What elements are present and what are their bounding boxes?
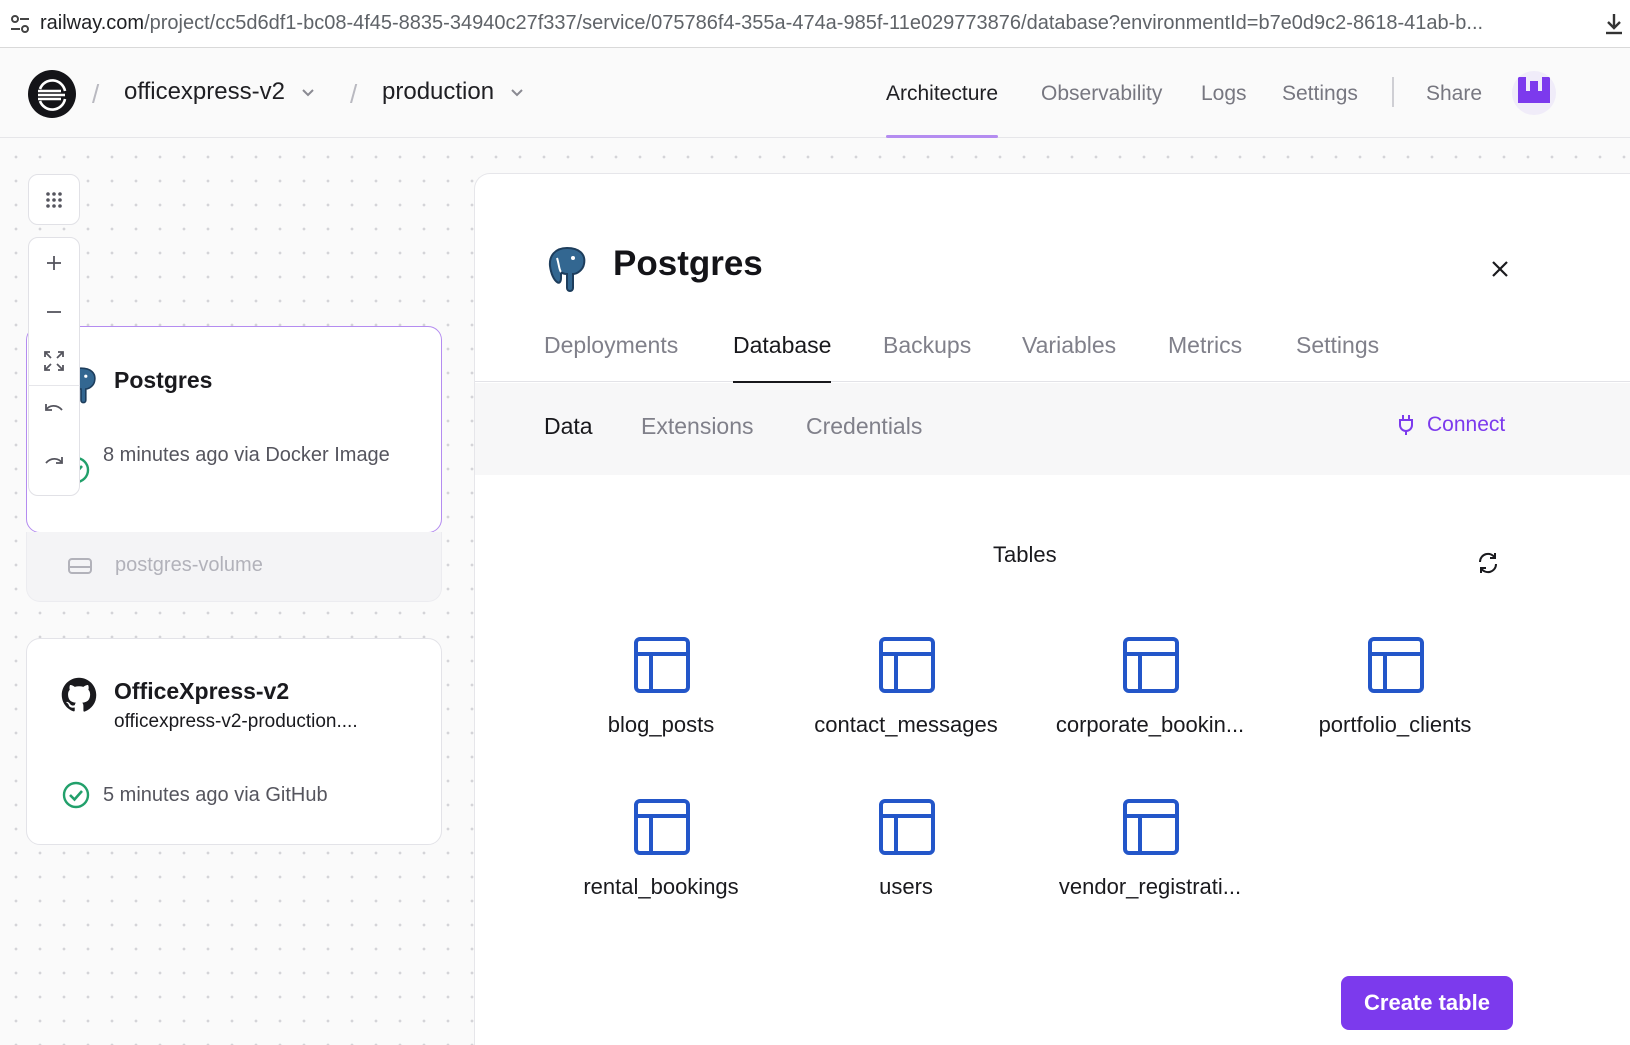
table-icon	[1123, 637, 1179, 693]
table-icon	[1368, 637, 1424, 693]
nav-logs[interactable]: Logs	[1201, 49, 1247, 138]
postgres-icon	[543, 244, 591, 294]
table-icon	[634, 637, 690, 693]
app-header: / officexpress-v2 / production Architect…	[0, 49, 1630, 138]
create-table-button[interactable]: Create table	[1341, 976, 1513, 1030]
url-path: /project/cc5d6df1-bc08-4f45-8835-34940c2…	[144, 12, 1484, 34]
close-icon[interactable]	[1485, 254, 1515, 284]
github-icon	[61, 677, 97, 713]
tab-deployments[interactable]: Deployments	[544, 332, 678, 382]
table-name: users	[879, 874, 933, 899]
database-subtabs: Data Extensions Credentials Connect	[475, 383, 1630, 475]
postgres-service-card[interactable]: Postgres 8 minutes ago via Docker Image	[26, 326, 442, 533]
table-name: portfolio_clients	[1318, 712, 1472, 737]
subtab-credentials[interactable]: Credentials	[806, 413, 922, 440]
download-icon[interactable]	[1598, 8, 1630, 40]
table-name: contact_messages	[814, 712, 998, 737]
url-field[interactable]: railway.com/project/cc5d6df1-bc08-4f45-8…	[40, 12, 1580, 35]
zoom-out-icon[interactable]	[28, 287, 80, 336]
table-card-corporate-bookings[interactable]: corporate_bookin...	[1030, 636, 1270, 766]
nav-settings[interactable]: Settings	[1282, 49, 1358, 138]
nav-architecture[interactable]: Architecture	[886, 49, 999, 138]
table-name: vendor_registrati...	[1058, 874, 1242, 899]
nav-observability[interactable]: Observability	[1041, 49, 1162, 138]
site-settings-icon[interactable]	[0, 0, 40, 48]
panel-title: Postgres	[613, 244, 763, 283]
table-icon	[879, 799, 935, 855]
postgres-deploy-status: 8 minutes ago via Docker Image	[103, 444, 390, 466]
table-name: corporate_bookin...	[1055, 712, 1245, 737]
top-nav: Architecture Observability Logs Settings…	[0, 49, 1630, 138]
share-button[interactable]: Share	[1426, 49, 1482, 138]
tab-variables[interactable]: Variables	[1022, 332, 1116, 382]
table-icon	[1123, 799, 1179, 855]
table-name: rental_bookings	[583, 874, 739, 899]
canvas-menu-toolbar	[28, 174, 80, 225]
volume-name: postgres-volume	[115, 554, 263, 576]
zoom-toolbar	[28, 237, 80, 496]
hard-drive-icon	[67, 554, 93, 578]
table-card-blog-posts[interactable]: blog_posts	[541, 636, 781, 766]
avatar[interactable]	[1512, 71, 1556, 115]
tab-metrics[interactable]: Metrics	[1168, 332, 1242, 382]
refresh-icon[interactable]	[1473, 548, 1503, 578]
app-card-domain[interactable]: officexpress-v2-production....	[114, 707, 358, 736]
service-tabs: Deployments Database Backups Variables M…	[475, 320, 1630, 383]
undo-icon[interactable]	[28, 386, 80, 435]
subtab-extensions[interactable]: Extensions	[641, 413, 754, 440]
tables-heading: Tables	[993, 542, 1057, 567]
fit-view-icon[interactable]	[28, 336, 80, 385]
nav-divider	[1392, 77, 1394, 107]
tab-backups[interactable]: Backups	[883, 332, 971, 382]
table-icon	[879, 637, 935, 693]
subtab-data[interactable]: Data	[544, 413, 593, 440]
volume-row[interactable]: postgres-volume	[26, 532, 442, 602]
table-card-rental-bookings[interactable]: rental_bookings	[541, 798, 781, 928]
success-check-icon	[61, 780, 91, 810]
redo-icon[interactable]	[28, 435, 80, 484]
table-icon	[634, 799, 690, 855]
app-card-title: OfficeXpress-v2	[114, 678, 290, 704]
table-card-users[interactable]: users	[786, 798, 1026, 928]
table-card-vendor-registrations[interactable]: vendor_registrati...	[1030, 798, 1270, 928]
plug-icon	[1399, 415, 1413, 435]
connect-label: Connect	[1427, 413, 1506, 436]
table-name: blog_posts	[607, 712, 715, 737]
app-deploy-status: 5 minutes ago via GitHub	[103, 784, 328, 806]
table-card-contact-messages[interactable]: contact_messages	[786, 636, 1026, 766]
tab-settings[interactable]: Settings	[1296, 332, 1379, 382]
app-service-card[interactable]: OfficeXpress-v2 officexpress-v2-producti…	[26, 638, 442, 845]
url-host: railway.com	[40, 12, 145, 34]
postgres-card-title: Postgres	[114, 367, 213, 393]
service-detail-panel: Postgres Deployments Database Backups Va…	[474, 173, 1630, 1045]
table-card-portfolio-clients[interactable]: portfolio_clients	[1275, 636, 1515, 766]
grid-menu-icon[interactable]	[28, 175, 80, 224]
browser-address-bar: railway.com/project/cc5d6df1-bc08-4f45-8…	[0, 0, 1630, 48]
connect-button[interactable]: Connect	[1397, 413, 1505, 437]
tab-database[interactable]: Database	[733, 332, 832, 383]
zoom-in-icon[interactable]	[28, 238, 80, 287]
